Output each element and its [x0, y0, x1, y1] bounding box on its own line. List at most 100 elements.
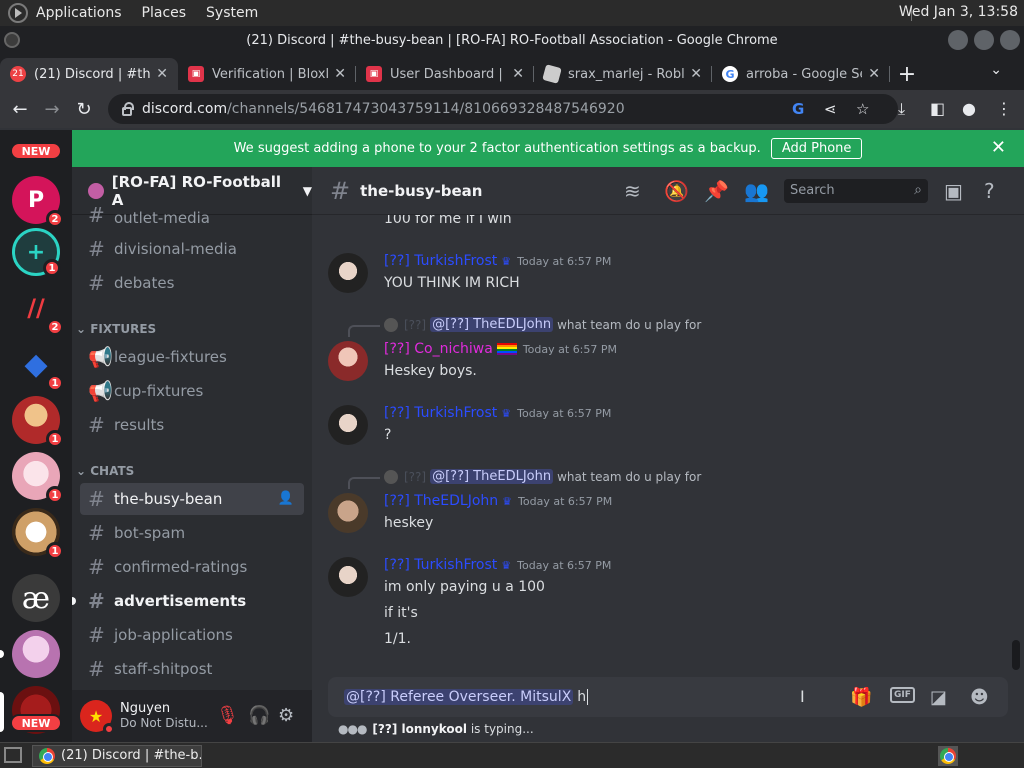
- taskbar-chrome-window[interactable]: (21) Discord | #the-b...: [32, 744, 202, 767]
- show-desktop-icon[interactable]: [4, 747, 22, 763]
- user-status: Do Not Distu...: [120, 716, 208, 730]
- sticker-icon[interactable]: ◪: [930, 687, 947, 708]
- server-icon[interactable]: +1: [12, 228, 61, 277]
- search-input[interactable]: Search ⌕: [784, 179, 928, 203]
- tab-search-chevron-icon[interactable]: ⌄: [990, 62, 1002, 78]
- tab-close-icon[interactable]: ✕: [334, 66, 346, 82]
- avatar[interactable]: [328, 253, 368, 293]
- reply-mention[interactable]: @[??] TheEDLJohn: [430, 317, 554, 332]
- forward-button[interactable]: →: [36, 99, 68, 120]
- user-info[interactable]: Nguyen Do Not Distu...: [120, 701, 208, 731]
- server-icon[interactable]: ◆ 1: [12, 340, 64, 392]
- emoji-icon[interactable]: ☻: [970, 687, 989, 708]
- reload-button[interactable]: ↻: [68, 99, 100, 120]
- new-tab-button[interactable]: +: [890, 58, 924, 90]
- channel-advertisements[interactable]: # advertisements: [72, 585, 304, 617]
- category-chats[interactable]: ⌄ CHATS: [76, 464, 134, 478]
- channel-confirmed-ratings[interactable]: # confirmed-ratings: [80, 551, 304, 583]
- channel-debates[interactable]: # debates: [80, 267, 304, 299]
- announcement-icon: 📢: [88, 379, 113, 403]
- message-author[interactable]: [??] TheEDLJohn: [384, 493, 498, 509]
- channel-staff-shitpost[interactable]: # staff-shitpost: [80, 653, 304, 685]
- bookmark-star-icon[interactable]: ☆: [856, 100, 869, 118]
- os-menu-places[interactable]: Places: [142, 5, 187, 21]
- add-phone-button[interactable]: Add Phone: [770, 138, 863, 159]
- download-icon[interactable]: ⤓: [898, 99, 905, 119]
- channel-league-fixtures[interactable]: 📢 league-fixtures: [80, 341, 304, 373]
- close-window-icon[interactable]: [1000, 30, 1020, 50]
- os-menu-applications[interactable]: Applications: [36, 5, 122, 21]
- message-input[interactable]: @[??] Referee Overseer. MitsulX h I 🎁 GIF…: [328, 677, 1008, 717]
- category-fixtures[interactable]: ⌄ FIXTURES: [76, 322, 156, 336]
- members-icon[interactable]: 👥: [744, 179, 769, 203]
- server-icon[interactable]: P2: [12, 176, 64, 228]
- pin-icon[interactable]: 📌: [704, 179, 729, 203]
- share-icon[interactable]: ⋖: [824, 100, 837, 118]
- avatar[interactable]: [328, 493, 368, 533]
- notification-bell-off-icon[interactable]: 🔕: [664, 179, 689, 203]
- mute-mic-icon[interactable]: 🎙: [216, 705, 239, 726]
- server-icon[interactable]: //2: [12, 284, 64, 336]
- server-icon[interactable]: 1: [12, 396, 64, 448]
- message-scrollbar[interactable]: [1012, 640, 1020, 670]
- tray-chrome[interactable]: [938, 746, 958, 766]
- channel-divisional-media[interactable]: # divisional-media: [80, 233, 304, 265]
- message-timestamp: Today at 6:57 PM: [518, 495, 613, 508]
- channel-job-applications[interactable]: # job-applications: [80, 619, 304, 651]
- avatar[interactable]: [328, 341, 368, 381]
- maximize-icon[interactable]: [974, 30, 994, 50]
- server-icon[interactable]: 1: [12, 508, 64, 560]
- tab-google-search[interactable]: G arroba - Google Se ✕: [712, 58, 890, 90]
- os-clock[interactable]: Wed Jan 3, 13:58: [899, 4, 1018, 20]
- channel-cup-fixtures[interactable]: 📢 cup-fixtures: [80, 375, 304, 407]
- reply-mention[interactable]: @[??] TheEDLJohn: [430, 469, 554, 484]
- add-member-icon[interactable]: 👤: [278, 491, 294, 506]
- tab-close-icon[interactable]: ✕: [512, 66, 524, 82]
- channel-results[interactable]: # results: [80, 409, 304, 441]
- omnibox[interactable]: discord.com/channels/546817473043759114/…: [108, 94, 898, 124]
- tab-user-dashboard[interactable]: ▣ User Dashboard | B ✕: [356, 58, 534, 90]
- chrome-menu-icon[interactable]: ⋮: [996, 99, 1012, 118]
- headphones-icon[interactable]: 🎧: [248, 705, 270, 726]
- back-button[interactable]: ←: [4, 99, 36, 120]
- avatar[interactable]: ★: [80, 700, 115, 735]
- tab-close-icon[interactable]: ✕: [690, 66, 702, 82]
- gear-icon[interactable]: ⚙: [278, 705, 294, 726]
- tab-verification[interactable]: ▣ Verification | Bloxli ✕: [178, 58, 356, 90]
- tab-close-icon[interactable]: ✕: [156, 66, 168, 82]
- avatar[interactable]: [328, 405, 368, 445]
- gif-icon[interactable]: GIF: [890, 687, 915, 703]
- profile-icon[interactable]: ●: [962, 99, 976, 118]
- tab-close-icon[interactable]: ✕: [868, 66, 880, 82]
- inbox-icon[interactable]: ▣: [944, 179, 963, 203]
- os-menu-system[interactable]: System: [206, 5, 258, 21]
- message-author[interactable]: [??] TurkishFrost: [384, 253, 497, 269]
- minimize-icon[interactable]: [948, 30, 968, 50]
- window-menu-icon[interactable]: [4, 32, 20, 48]
- side-panel-icon[interactable]: ◧: [930, 99, 945, 118]
- channel-outlet-media[interactable]: # outlet-media: [80, 203, 304, 227]
- channel-the-busy-bean[interactable]: # the-busy-bean 👤: [80, 483, 304, 515]
- message-text: 1/1.: [384, 631, 411, 647]
- gift-icon[interactable]: 🎁: [850, 687, 872, 708]
- server-icon[interactable]: [12, 630, 60, 678]
- reply-preview[interactable]: [??] @[??] TheEDLJohn what team do u play …: [384, 469, 701, 484]
- server-icon[interactable]: 1: [12, 452, 64, 504]
- reply-preview[interactable]: [??] @[??] TheEDLJohn what team do u play …: [384, 317, 701, 332]
- tab-discord[interactable]: 21 (21) Discord | #the- ✕: [0, 58, 178, 90]
- lock-icon[interactable]: [122, 101, 134, 116]
- avatar[interactable]: [328, 557, 368, 597]
- tab-roblox[interactable]: srax_marlej - Robl ✕: [534, 58, 712, 90]
- google-lens-icon[interactable]: G: [792, 100, 804, 118]
- threads-icon[interactable]: ≋: [624, 179, 641, 203]
- server-icon[interactable]: æ: [12, 574, 60, 622]
- message-author[interactable]: [??] Co_nichiwa: [384, 341, 493, 357]
- close-icon[interactable]: ✕: [991, 137, 1006, 158]
- help-icon[interactable]: ?: [984, 179, 995, 203]
- message-author[interactable]: [??] TurkishFrost: [384, 405, 497, 421]
- chevron-down-icon[interactable]: ▼: [303, 184, 312, 198]
- os-logo-icon[interactable]: [8, 3, 28, 23]
- message-author[interactable]: [??] TurkishFrost: [384, 557, 497, 573]
- message-text: im only paying u a 100: [384, 579, 545, 595]
- channel-bot-spam[interactable]: # bot-spam: [80, 517, 304, 549]
